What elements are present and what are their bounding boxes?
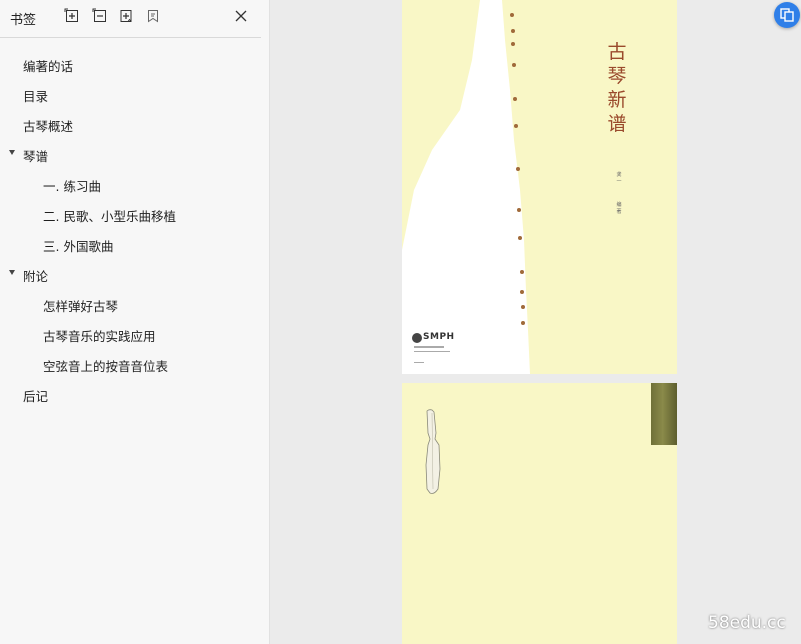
decorative-dot <box>511 42 515 46</box>
bookmark-label: 怎样弹好古琴 <box>43 299 119 314</box>
site-watermark: 58edu.cc <box>708 613 786 633</box>
cover-author: 龚 一 编 著 <box>614 172 624 216</box>
bookmark-item[interactable]: 后记 <box>0 378 268 408</box>
bookmark-item[interactable]: 古琴概述 <box>0 108 268 138</box>
cover-author-char: 编 <box>616 202 622 208</box>
bookmark-item[interactable]: 三. 外国歌曲 <box>0 228 268 258</box>
bookmark-item[interactable]: 二. 民歌、小型乐曲移植 <box>0 198 268 228</box>
document-page-back <box>402 383 677 644</box>
bookmark-label: 编著的话 <box>23 59 74 74</box>
bookmark-tree: 编著的话 目录 古琴概述 琴谱 一. 练习曲 二. 民歌、小型乐曲移植 三. 外… <box>0 48 268 408</box>
cover-title-char: 琴 <box>607 65 627 87</box>
decorative-dot <box>520 270 524 274</box>
publisher-name-line <box>414 351 450 352</box>
cover-author-char: 龚 <box>616 172 622 178</box>
cover-white-band <box>402 0 530 374</box>
decorative-dot <box>511 29 515 33</box>
publisher-name-line <box>414 346 444 348</box>
bookmark-label: 目录 <box>23 89 49 104</box>
decorative-dot <box>510 13 514 17</box>
bookmark-item[interactable]: 附论 <box>0 258 268 288</box>
cover-spine-band <box>651 383 677 445</box>
bookmark-item[interactable]: 怎样弹好古琴 <box>0 288 268 318</box>
expand-caret-icon[interactable] <box>9 270 15 275</box>
bookmark-label: 琴谱 <box>23 149 49 164</box>
bookmark-label: 二. 民歌、小型乐曲移植 <box>43 209 176 224</box>
bookmark-item[interactable]: 编著的话 <box>0 48 268 78</box>
bookmark-item[interactable]: 古琴音乐的实践应用 <box>0 318 268 348</box>
close-icon[interactable] <box>233 8 249 24</box>
cover-title-char: 古 <box>607 41 627 63</box>
bookmark-label: 空弦音上的按音音位表 <box>43 359 169 374</box>
bookmark-label: 三. 外国歌曲 <box>43 239 114 254</box>
bookmark-panel-title: 书签 <box>10 13 37 28</box>
publisher-code-line <box>414 362 424 363</box>
bookmark-item[interactable]: 目录 <box>0 78 268 108</box>
decorative-dot <box>521 321 525 325</box>
bookmark-item[interactable]: 一. 练习曲 <box>0 168 268 198</box>
window-switch-button[interactable] <box>774 2 800 28</box>
guqin-illustration-icon <box>425 409 441 494</box>
bookmark-item[interactable]: 琴谱 <box>0 138 268 168</box>
expand-all-icon[interactable] <box>64 8 80 24</box>
publisher-logo-text: SMPH <box>423 332 455 342</box>
collapse-all-icon[interactable] <box>92 8 108 24</box>
bookmark-panel-header: 书签 <box>0 0 261 38</box>
bookmark-item[interactable]: 空弦音上的按音音位表 <box>0 348 268 378</box>
bookmark-label: 附论 <box>23 269 49 284</box>
document-page-cover: 古 琴 新 谱 龚 一 编 著 SMPH <box>402 0 677 374</box>
decorative-dot <box>518 236 522 240</box>
cover-author-char: 一 <box>616 179 622 185</box>
bookmark-label: 后记 <box>23 389 49 404</box>
cover-author-char: 著 <box>616 209 622 215</box>
bookmark-label: 一. 练习曲 <box>43 179 101 194</box>
add-bookmark-icon[interactable] <box>118 8 134 24</box>
bookmark-panel: 书签 编著的话 目录 古琴概述 琴谱 一. 练习曲 二. 民歌、小型乐曲移植 三… <box>0 0 270 644</box>
cover-title-char: 新 <box>607 89 627 111</box>
expand-caret-icon[interactable] <box>9 150 15 155</box>
decorative-dot <box>516 167 520 171</box>
bookmark-label: 古琴音乐的实践应用 <box>43 329 156 344</box>
decorative-dot <box>512 63 516 67</box>
decorative-dot <box>517 208 521 212</box>
decorative-dot <box>514 124 518 128</box>
bookmark-label: 古琴概述 <box>23 119 74 134</box>
cover-title: 古 琴 新 谱 <box>605 40 629 136</box>
cover-title-char: 谱 <box>607 113 627 135</box>
decorative-dot <box>520 290 524 294</box>
publisher-logo-mark-icon <box>412 333 422 343</box>
window-switch-icon <box>780 8 794 22</box>
decorative-dot <box>513 97 517 101</box>
bookmark-options-icon[interactable] <box>145 8 161 24</box>
decorative-dot <box>521 305 525 309</box>
